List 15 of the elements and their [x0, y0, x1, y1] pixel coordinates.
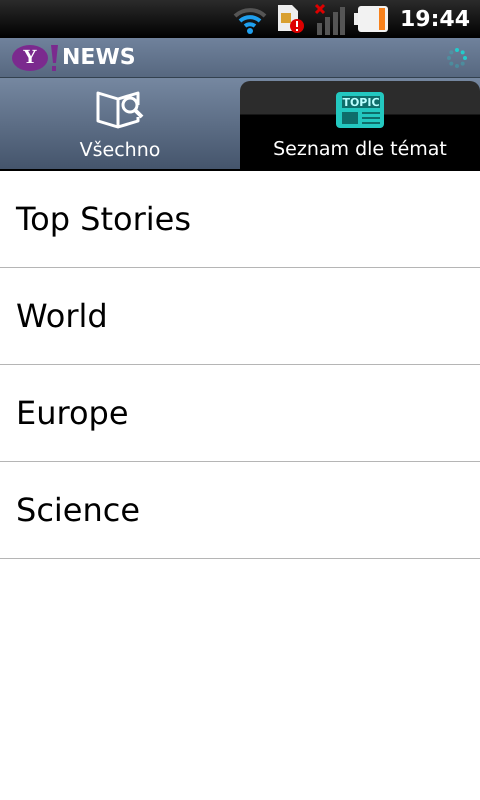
- exclamation-logo-icon: [50, 44, 58, 70]
- clock-time: 19:44: [400, 6, 470, 32]
- logo-text: NEWS: [62, 45, 136, 70]
- loading-spinner-icon: [446, 46, 468, 68]
- battery-icon: [354, 4, 388, 34]
- topic-list-item[interactable]: Top Stories: [0, 171, 480, 268]
- topic-list-item[interactable]: Science: [0, 462, 480, 559]
- topic-list-item[interactable]: World: [0, 268, 480, 365]
- no-signal-icon: [314, 3, 346, 35]
- newspaper-icon: TOPIC: [334, 90, 386, 130]
- tab[interactable]: TOPIC Seznam dle témat: [240, 81, 480, 169]
- sim-card-alert-icon: [276, 3, 306, 35]
- tab[interactable]: Všechno: [0, 78, 240, 169]
- topic-list-item[interactable]: Europe: [0, 365, 480, 462]
- logo-mark: Y: [12, 44, 48, 70]
